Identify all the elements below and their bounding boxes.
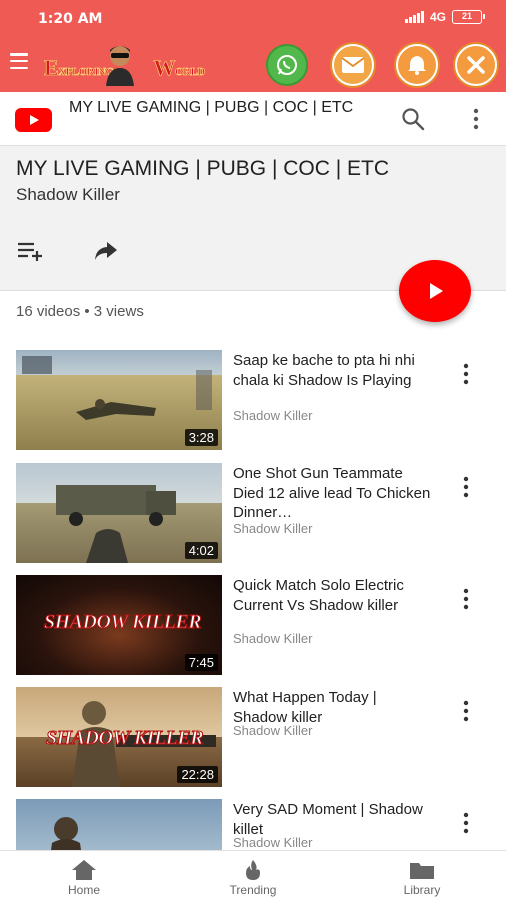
mail-button[interactable] bbox=[332, 44, 374, 86]
video-channel: Shadow Killer bbox=[233, 723, 313, 738]
video-title[interactable]: What Happen Today | Shadow killer bbox=[233, 688, 433, 727]
video-thumbnail[interactable]: 4:02 bbox=[16, 463, 222, 563]
nav-library[interactable]: Library bbox=[338, 851, 506, 900]
video-title[interactable]: One Shot Gun Teammate Died 12 alive lead… bbox=[233, 464, 433, 523]
playlist-owner[interactable]: Shadow Killer bbox=[16, 185, 120, 205]
close-button[interactable] bbox=[455, 44, 497, 86]
exploring-world-logo: EXPLORING WORLD bbox=[44, 42, 206, 88]
video-duration: 22:28 bbox=[177, 766, 218, 783]
trending-flame-icon bbox=[246, 860, 260, 880]
play-icon bbox=[430, 283, 443, 299]
video-more-icon[interactable] bbox=[456, 699, 476, 723]
video-channel: Shadow Killer bbox=[233, 408, 313, 423]
share-icon[interactable] bbox=[92, 238, 120, 264]
thumbnail-brand-text: SHADOW KILLER bbox=[43, 611, 202, 634]
play-all-button[interactable] bbox=[399, 260, 471, 322]
video-thumbnail[interactable]: SHADOW KILLER 7:45 bbox=[16, 575, 222, 675]
nav-library-label: Library bbox=[403, 883, 441, 897]
status-bar: 1:20 AM 4G 21 bbox=[0, 0, 506, 38]
whatsapp-icon bbox=[277, 55, 297, 75]
app-header: EXPLORING WORLD bbox=[0, 38, 506, 92]
video-channel: Shadow Killer bbox=[233, 521, 313, 536]
folder-icon bbox=[410, 863, 434, 879]
video-thumbnail[interactable]: 3:28 bbox=[16, 350, 222, 450]
video-item[interactable]: SHADOW KILLER 22:28 What Happen Today | … bbox=[0, 685, 506, 789]
video-channel: Shadow Killer bbox=[233, 835, 313, 850]
playlist-stats: 16 videos • 3 views bbox=[16, 303, 144, 320]
status-indicators: 4G 21 bbox=[404, 10, 485, 24]
video-title[interactable]: Quick Match Solo Electric Current Vs Sha… bbox=[233, 576, 433, 615]
video-more-icon[interactable] bbox=[456, 362, 476, 386]
battery-icon: 21 bbox=[452, 10, 485, 24]
signal-icon bbox=[404, 11, 424, 23]
video-more-icon[interactable] bbox=[456, 811, 476, 835]
nav-home-label: Home bbox=[67, 883, 100, 897]
video-duration: 3:28 bbox=[184, 429, 218, 446]
status-time: 1:20 AM bbox=[38, 11, 103, 27]
close-icon bbox=[467, 56, 485, 74]
video-duration: 7:45 bbox=[184, 654, 218, 671]
video-more-icon[interactable] bbox=[456, 587, 476, 611]
toolbar-title: MY LIVE GAMING | PUBG | COC | ETC bbox=[69, 99, 354, 116]
mail-icon bbox=[341, 57, 365, 73]
video-item[interactable]: 4:02 One Shot Gun Teammate Died 12 alive… bbox=[0, 461, 506, 565]
nav-trending-label: Trending bbox=[229, 883, 277, 897]
search-icon[interactable] bbox=[400, 106, 426, 132]
video-item[interactable]: SHADOW KILLER 7:45 Quick Match Solo Elec… bbox=[0, 573, 506, 677]
video-item[interactable]: 3:28 Saap ke bache to pta hi nhi chala k… bbox=[0, 348, 506, 452]
playlist-title: MY LIVE GAMING | PUBG | COC | ETC bbox=[16, 157, 390, 180]
more-vertical-icon[interactable] bbox=[466, 106, 486, 132]
video-title[interactable]: Saap ke bache to pta hi nhi chala ki Sha… bbox=[233, 351, 433, 390]
whatsapp-button[interactable] bbox=[266, 44, 308, 86]
video-title[interactable]: Very SAD Moment | Shadow killet bbox=[233, 800, 433, 839]
thumbnail-brand-text: SHADOW KILLER bbox=[45, 727, 204, 750]
youtube-toolbar: MY LIVE GAMING | PUBG | COC | ETC bbox=[0, 92, 506, 146]
bottom-nav: Home Trending Library bbox=[0, 850, 506, 900]
notification-button[interactable] bbox=[396, 44, 438, 86]
video-thumbnail[interactable]: SHADOW KILLER 22:28 bbox=[16, 687, 222, 787]
video-duration: 4:02 bbox=[184, 542, 218, 559]
logo-avatar-icon bbox=[106, 46, 134, 86]
battery-level: 21 bbox=[461, 11, 472, 21]
video-channel: Shadow Killer bbox=[233, 631, 313, 646]
nav-trending[interactable]: Trending bbox=[169, 851, 337, 900]
video-more-icon[interactable] bbox=[456, 475, 476, 499]
nav-home[interactable]: Home bbox=[0, 851, 168, 900]
network-type: 4G bbox=[429, 10, 446, 24]
add-to-queue-icon[interactable] bbox=[16, 238, 44, 264]
bell-icon bbox=[408, 56, 426, 75]
home-icon bbox=[72, 860, 96, 880]
youtube-logo-icon[interactable] bbox=[15, 108, 52, 132]
menu-icon[interactable] bbox=[10, 53, 28, 69]
